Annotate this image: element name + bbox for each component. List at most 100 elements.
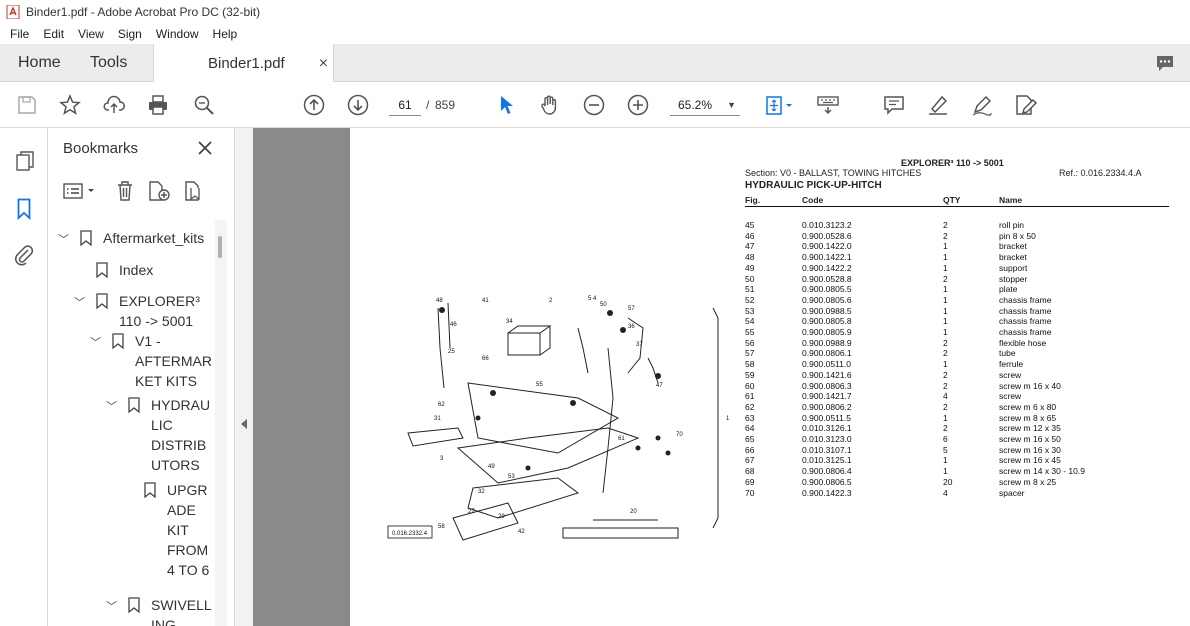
cell-fig: 61 (745, 391, 755, 402)
bookmark-search-icon[interactable] (183, 180, 207, 202)
page-number-input[interactable]: 61 (389, 94, 421, 116)
cell-qty: 2 (943, 423, 948, 434)
cell-fig: 63 (745, 412, 755, 423)
save-button[interactable] (15, 93, 39, 117)
bookmark-swivelling[interactable]: SWIVELL ING (151, 595, 212, 626)
cell-fig: 66 (745, 444, 755, 455)
table-row: 61 0.900.1421.7 4 screw (745, 391, 1169, 402)
navigation-rail (0, 128, 48, 626)
cell-code: 0.010.3125.1 (802, 455, 852, 466)
cell-name: flexible hose (999, 337, 1047, 348)
select-tool-button[interactable] (494, 93, 518, 117)
svg-text:2: 2 (549, 298, 553, 304)
chevron-down-icon[interactable]: ﹀ (106, 398, 117, 414)
svg-text:66: 66 (482, 356, 489, 362)
col-code: Code (802, 195, 824, 205)
menu-window[interactable]: Window (156, 27, 199, 41)
tab-document[interactable]: Binder1.pdf × (153, 44, 334, 83)
new-bookmark-icon[interactable] (147, 180, 171, 202)
draw-button[interactable] (970, 93, 994, 117)
cell-code: 0.900.0528.8 (802, 273, 852, 284)
cell-qty: 2 (943, 220, 948, 230)
menu-file[interactable]: File (10, 27, 29, 41)
menu-help[interactable]: Help (213, 27, 238, 41)
print-button[interactable] (146, 93, 170, 117)
delete-trash-icon[interactable] (115, 180, 135, 202)
panel-collapse-bar[interactable] (234, 128, 253, 626)
total-pages: 859 (435, 98, 456, 112)
table-row: 46 0.900.0528.6 2 pin 8 x 50 (745, 231, 1169, 242)
find-button[interactable] (192, 93, 216, 117)
upload-button[interactable] (102, 93, 126, 117)
cell-qty: 5 (943, 444, 948, 455)
previous-page-button[interactable] (302, 93, 326, 117)
tab-tools[interactable]: Tools (90, 44, 127, 82)
scroll-mode-button[interactable] (816, 93, 840, 117)
pdf-page: EXPLORER³ 110 -> 5001 Section: V0 - BALL… (350, 128, 1190, 626)
menu-view[interactable]: View (78, 27, 104, 41)
comment-button[interactable] (882, 93, 906, 117)
table-row: 53 0.900.0988.5 1 chassis frame (745, 306, 1169, 317)
bookmark-hydraulic-distributors[interactable]: HYDRAU LIC DISTRIB UTORS (151, 395, 210, 475)
svg-text:58: 58 (438, 524, 445, 530)
bookmark-icon (128, 397, 140, 413)
bookmark-star-button[interactable] (58, 93, 82, 117)
tab-document-label: Binder1.pdf (208, 55, 285, 72)
svg-text:50: 50 (600, 302, 607, 308)
cell-code: 0.900.0806.3 (802, 380, 852, 391)
bookmark-explorer[interactable]: EXPLORER³ 110 -> 5001 (119, 291, 200, 331)
bookmarks-scrollbar[interactable] (215, 220, 227, 626)
cell-qty: 1 (943, 262, 948, 273)
cell-code: 0.900.0805.9 (802, 327, 852, 338)
scrollbar-thumb[interactable] (218, 236, 222, 258)
close-panel-icon[interactable] (198, 141, 212, 155)
hand-tool-button[interactable] (538, 93, 562, 117)
chevron-left-icon[interactable] (240, 418, 248, 430)
bookmark-v1-aftermarket-kits[interactable]: V1 - AFTERMAR KET KITS (135, 331, 212, 391)
page-thumbnails-icon[interactable] (15, 150, 35, 172)
chevron-down-icon[interactable]: ﹀ (106, 598, 117, 614)
chevron-down-icon[interactable]: ﹀ (58, 231, 69, 247)
options-menu-button[interactable] (62, 180, 98, 202)
bookmark-line: SWIVELL (151, 597, 212, 613)
bookmark-index[interactable]: Index (119, 260, 153, 280)
bookmark-line: 4 TO 6 (167, 562, 210, 578)
page-fit-button[interactable] (762, 93, 796, 117)
bookmark-icon (128, 597, 140, 613)
drawing-reference: 0.016.2332.4 (392, 531, 428, 537)
fill-sign-button[interactable] (1014, 93, 1038, 117)
document-viewer[interactable]: EXPLORER³ 110 -> 5001 Section: V0 - BALL… (253, 128, 1190, 626)
zoom-dropdown[interactable]: 65.2% ▼ (670, 94, 740, 116)
cell-fig: 51 (745, 284, 755, 295)
comment-bubble-icon[interactable] (1155, 53, 1175, 73)
table-row: 67 0.010.3125.1 1 screw m 16 x 45 (745, 455, 1169, 466)
highlight-button[interactable] (926, 93, 950, 117)
chevron-down-icon[interactable]: ﹀ (90, 334, 101, 350)
chevron-down-icon[interactable]: ﹀ (74, 294, 85, 310)
toolbar: 61 / 859 65.2% ▼ (0, 82, 1190, 128)
zoom-in-button[interactable] (626, 93, 650, 117)
menu-edit[interactable]: Edit (43, 27, 64, 41)
cell-qty: 2 (943, 369, 948, 380)
bookmarks-panel-icon[interactable] (17, 198, 31, 220)
cell-fig: 58 (745, 359, 755, 370)
cell-fig: 64 (745, 423, 755, 434)
next-page-button[interactable] (346, 93, 370, 117)
cell-name: screw m 14 x 30 - 10.9 (999, 466, 1085, 477)
plus-circle-icon (627, 94, 649, 116)
svg-text:47: 47 (656, 383, 663, 389)
tab-close-icon[interactable]: × (319, 55, 328, 73)
menu-sign[interactable]: Sign (118, 27, 142, 41)
zoom-out-button[interactable] (582, 93, 606, 117)
cell-fig: 70 (745, 487, 755, 498)
bookmark-aftermarket-kits[interactable]: Aftermarket_kits (103, 228, 204, 248)
cell-fig: 49 (745, 262, 755, 273)
tab-home[interactable]: Home (18, 44, 61, 82)
svg-text:29: 29 (498, 514, 505, 520)
cell-fig: 45 (745, 220, 755, 230)
cell-qty: 1 (943, 284, 948, 295)
bookmark-upgrade-kit[interactable]: UPGR ADE KIT FROM 4 TO 6 (167, 480, 209, 580)
svg-text:55: 55 (536, 382, 543, 388)
cell-name: tube (999, 348, 1016, 359)
attachments-paperclip-icon[interactable] (14, 244, 34, 266)
